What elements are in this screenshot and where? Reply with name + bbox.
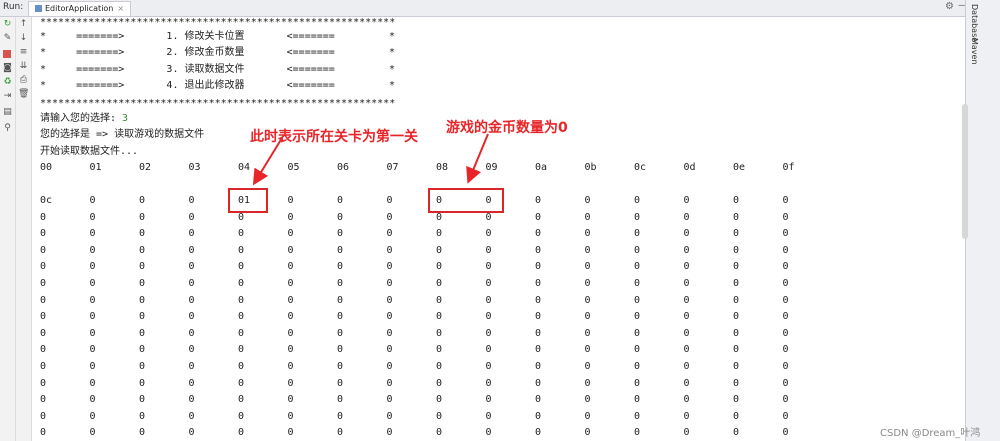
annotation-arrows bbox=[252, 133, 489, 186]
watermark: CSDN @Dream_叶鸿 bbox=[880, 428, 981, 439]
coin-annotation: 游戏的金币数量为0 bbox=[446, 120, 568, 136]
level-annotation: 此时表示所在关卡为第一关 bbox=[250, 129, 418, 145]
coin-arrow bbox=[466, 133, 489, 184]
